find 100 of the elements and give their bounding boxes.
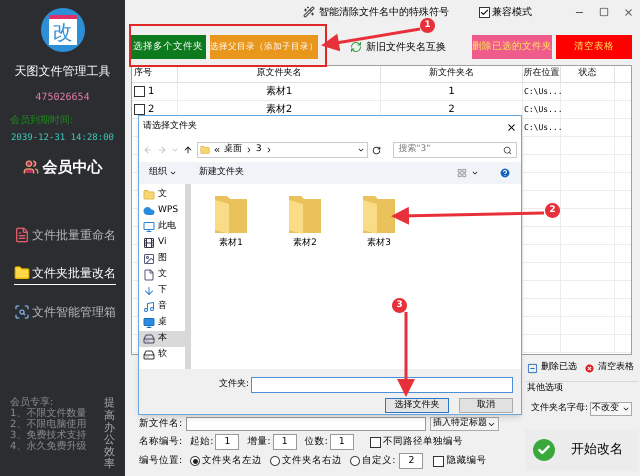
- up-icon[interactable]: [182, 145, 193, 155]
- new-name-field[interactable]: [186, 417, 426, 431]
- nav-item[interactable]: 文件夹批量改名: [14, 264, 116, 285]
- address-bar[interactable]: 桌面 3: [196, 142, 368, 158]
- perk-text: 会员专享:: [10, 397, 54, 408]
- wand-icon: [303, 6, 315, 18]
- refresh-icon[interactable]: [372, 146, 382, 154]
- user-id: 475026654: [35, 91, 90, 105]
- table-cell-text: 1: [148, 85, 154, 99]
- select-button[interactable]: 选择多个文件夹: [130, 35, 206, 59]
- insert-title-dropdown[interactable]: 插入特定标题: [430, 417, 500, 431]
- nav-tree-item[interactable]: 图: [139, 251, 185, 267]
- search-icon: [503, 146, 512, 154]
- member-center-link[interactable]: 会员中心: [42, 156, 102, 178]
- film-icon: [143, 237, 155, 249]
- nav-tree-item[interactable]: 桌: [139, 315, 185, 331]
- column-header: 新文件夹名: [381, 66, 523, 82]
- radio-label: 文件夹名右边: [282, 454, 342, 468]
- start-field[interactable]: 1: [215, 434, 240, 450]
- nav-tree-item[interactable]: Vi: [139, 235, 185, 251]
- column-header: 所在位置: [523, 66, 561, 82]
- music-icon: [143, 301, 155, 313]
- start-rename-button[interactable]: 开始改名: [525, 429, 638, 471]
- clean-symbols-link[interactable]: 智能清除文件名中的特殊符号: [319, 4, 449, 20]
- cancel-button[interactable]: 取消: [459, 398, 513, 413]
- step-field[interactable]: 1: [272, 434, 297, 450]
- field-label: 文件夹名字母:: [531, 402, 588, 415]
- checkbox[interactable]: [134, 86, 145, 97]
- radio-button[interactable]: [350, 456, 360, 466]
- caret-icon: [357, 146, 366, 154]
- nav-item[interactable]: 文件智能管理箱: [14, 303, 116, 323]
- close-icon[interactable]: [506, 122, 517, 132]
- field-label: 名称编号:: [139, 434, 182, 449]
- delete-selected-link[interactable]: 删除已选: [541, 361, 577, 375]
- checkbox[interactable]: [433, 456, 444, 466]
- nav-tree-item[interactable]: 此电: [139, 219, 185, 235]
- organize-menu[interactable]: 组织: [149, 166, 177, 180]
- expiry-date: 2039-12-31 14:28:00: [11, 132, 114, 145]
- view-icon[interactable]: [457, 168, 467, 178]
- monitor-icon: [143, 221, 155, 233]
- clear-table-link[interactable]: 清空表格: [598, 361, 634, 375]
- table-cell-text: 素材1: [266, 84, 292, 99]
- app-logo: 改: [40, 8, 84, 52]
- folder-icon: [143, 189, 155, 201]
- caret-icon[interactable]: [471, 169, 479, 177]
- nav-tree-item[interactable]: 下: [139, 283, 185, 299]
- nav-tree-item[interactable]: 软: [139, 347, 185, 363]
- field-label: 编号位置:: [139, 454, 182, 468]
- digits-field[interactable]: 1: [330, 434, 354, 450]
- help-icon[interactable]: [499, 167, 511, 179]
- perk-text: 2、不限电脑使用: [10, 419, 86, 430]
- table-cell-text: 素材2: [266, 102, 292, 117]
- perk-text: 4、永久免费升级: [10, 441, 86, 452]
- column-header: 状态: [561, 66, 615, 82]
- nav-tree-item[interactable]: 文: [139, 187, 185, 203]
- table-cell-text: 1: [448, 85, 455, 99]
- close-icon[interactable]: [623, 6, 634, 18]
- folder-item[interactable]: 素材2: [285, 192, 325, 252]
- perk-text: 1、不限文件数量: [10, 408, 86, 420]
- new-folder-button[interactable]: 新建文件夹: [199, 166, 244, 180]
- nav-tree-item[interactable]: 本: [139, 331, 185, 347]
- desktop-icon: [143, 317, 155, 329]
- checkbox[interactable]: [479, 6, 490, 18]
- nav-tree-item[interactable]: 文: [139, 267, 185, 283]
- dialog-title: 请选择文件夹: [143, 120, 197, 134]
- document-icon: [14, 227, 30, 243]
- letter-case-dropdown[interactable]: 不改变: [590, 402, 632, 416]
- checkbox[interactable]: [370, 436, 381, 448]
- radio-button[interactable]: [190, 456, 200, 466]
- folder-item[interactable]: 素材3: [359, 192, 399, 252]
- maximize-icon[interactable]: [599, 6, 609, 16]
- field-label: 增量:: [247, 434, 271, 449]
- table-cell-text: 2: [148, 103, 154, 117]
- search-field[interactable]: 搜索"3": [393, 142, 517, 158]
- radio-label: 文件夹名左边: [202, 454, 262, 468]
- field-label: 文件夹:: [219, 378, 250, 392]
- check-icon: [533, 439, 555, 461]
- chevrons-icon: [212, 146, 221, 154]
- magnifier-icon: [14, 304, 30, 320]
- nav-tree-item[interactable]: 音: [139, 299, 185, 315]
- folder-name-field[interactable]: [251, 377, 513, 393]
- radio-label: 自定义:: [362, 454, 396, 468]
- checkbox-label: 不同路径单独编号: [382, 434, 463, 449]
- radio-button[interactable]: [270, 456, 280, 466]
- nav-tree-item[interactable]: WPS: [139, 203, 185, 219]
- table-cell: C:\Us...: [524, 122, 563, 134]
- nav-item[interactable]: 文件批量重命名: [14, 226, 116, 246]
- image-icon: [143, 253, 155, 265]
- expiry-label: 会员到期时间:: [10, 114, 74, 128]
- swap-names-button[interactable]: 新旧文件夹名互换: [366, 40, 446, 54]
- perk-text: 3、免费技术支持: [10, 430, 86, 442]
- folder-icon: [200, 145, 210, 155]
- folder-item[interactable]: 素材1: [211, 192, 251, 252]
- caret-icon: [169, 169, 177, 177]
- checkbox[interactable]: [134, 104, 145, 115]
- select-folder-button[interactable]: 选择文件夹: [385, 398, 449, 413]
- folder-icon: [14, 265, 30, 281]
- custom-field[interactable]: 2: [399, 453, 424, 469]
- group-title: 其他选项: [527, 382, 564, 395]
- field-label: 新文件名:: [139, 416, 182, 431]
